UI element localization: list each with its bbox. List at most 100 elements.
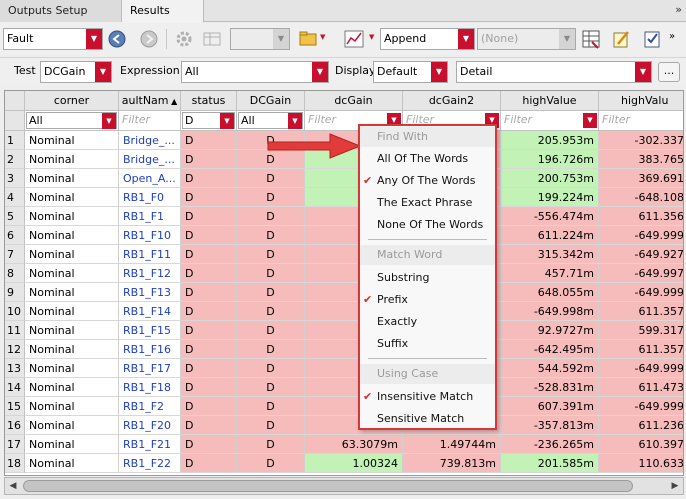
display-select[interactable]: Default ▼ bbox=[373, 61, 448, 83]
row-number[interactable]: 11 bbox=[5, 321, 25, 340]
cell-fault-name[interactable]: RB1_F10 bbox=[119, 226, 181, 245]
cell-fault-name[interactable]: RB1_F18 bbox=[119, 378, 181, 397]
menu-item-any-of-the-words[interactable]: ✔ Any Of The Words bbox=[360, 170, 495, 192]
edit-notes-icon[interactable] bbox=[610, 28, 632, 50]
row-number[interactable]: 8 bbox=[5, 264, 25, 283]
toolbar-overflow-icon[interactable]: » bbox=[669, 31, 675, 42]
menu-item-none-of-the-words[interactable]: None Of The Words bbox=[360, 214, 495, 236]
column-header-corner[interactable]: corner bbox=[25, 91, 119, 111]
row-number[interactable]: 9 bbox=[5, 283, 25, 302]
menu-item-suffix[interactable]: Suffix bbox=[360, 333, 495, 355]
menu-item-insensitive-match[interactable]: ✔ Insensitive Match bbox=[360, 386, 495, 408]
cell-fault-name[interactable]: RB1_F12 bbox=[119, 264, 181, 283]
filter-corner[interactable]: All ▼ bbox=[25, 111, 119, 131]
filter-status[interactable]: D ▼ bbox=[181, 111, 237, 131]
menu-item-the-exact-phrase[interactable]: The Exact Phrase bbox=[360, 192, 495, 214]
plot-dropdown-icon[interactable]: ▼ bbox=[369, 33, 374, 41]
history-select[interactable]: ▼ bbox=[230, 28, 290, 50]
cell-fault-name[interactable]: RB1_F0 bbox=[119, 188, 181, 207]
gear-icon[interactable] bbox=[173, 28, 195, 50]
column-header-dcgain[interactable]: dcGain bbox=[305, 91, 403, 111]
tab-bar: Outputs Setup Results » bbox=[0, 0, 686, 23]
row-number[interactable]: 6 bbox=[5, 226, 25, 245]
cell-fault-name[interactable]: Bridge_... bbox=[119, 131, 181, 150]
filter-fault-name[interactable]: Filter bbox=[119, 111, 181, 131]
cell-fault-name[interactable]: RB1_F11 bbox=[119, 245, 181, 264]
cell-fault-name[interactable]: RB1_F22 bbox=[119, 454, 181, 473]
scrollbar-thumb[interactable] bbox=[23, 480, 633, 492]
tab-results[interactable]: Results bbox=[122, 0, 204, 23]
checklist-icon[interactable] bbox=[641, 28, 663, 50]
row-number[interactable]: 18 bbox=[5, 454, 25, 473]
folder-dropdown-icon[interactable]: ▼ bbox=[320, 33, 325, 41]
row-number[interactable]: 12 bbox=[5, 340, 25, 359]
table-view-icon[interactable] bbox=[201, 28, 223, 50]
cell-fault-name[interactable]: RB1_F21 bbox=[119, 435, 181, 454]
filter-corner-select[interactable]: All ▼ bbox=[26, 112, 117, 129]
expression-select[interactable]: All ▼ bbox=[181, 61, 329, 83]
cell-status: D bbox=[181, 340, 237, 359]
detail-select[interactable]: Detail ▼ bbox=[456, 61, 652, 83]
back-icon[interactable] bbox=[108, 30, 126, 48]
chevron-down-icon: ▼ bbox=[273, 29, 289, 49]
cell-fault-name[interactable]: RB1_F20 bbox=[119, 416, 181, 435]
cell-fault-name[interactable]: Open_A... bbox=[119, 169, 181, 188]
cell-fault-name[interactable]: RB1_F2 bbox=[119, 397, 181, 416]
column-header-fault-name[interactable]: aultNam ▲ bbox=[119, 91, 181, 111]
horizontal-scrollbar[interactable]: ◀ ▶ bbox=[4, 477, 684, 495]
tab-overflow-icon[interactable]: » bbox=[675, 3, 682, 16]
cell-fault-name[interactable]: RB1_F1 bbox=[119, 207, 181, 226]
row-number[interactable]: 17 bbox=[5, 435, 25, 454]
filter-highvalue2[interactable]: Filter bbox=[599, 111, 683, 131]
table-export-icon[interactable] bbox=[580, 28, 602, 50]
row-number[interactable]: 10 bbox=[5, 302, 25, 321]
row-number[interactable]: 3 bbox=[5, 169, 25, 188]
filter-dcgain-status-select[interactable]: All ▼ bbox=[238, 112, 303, 129]
append-select[interactable]: Append ▼ bbox=[380, 28, 475, 50]
menu-header-using-case: Using Case bbox=[360, 364, 495, 384]
more-options-button[interactable]: ... bbox=[658, 62, 680, 82]
cell-fault-name[interactable]: RB1_F15 bbox=[119, 321, 181, 340]
none-select[interactable]: (None) ▼ bbox=[477, 28, 576, 50]
filter-highvalue[interactable]: Filter ▼ bbox=[501, 111, 599, 131]
column-header-dcgain2[interactable]: dcGain2 bbox=[403, 91, 501, 111]
cell-fault-name[interactable]: RB1_F13 bbox=[119, 283, 181, 302]
folder-icon[interactable] bbox=[297, 28, 319, 50]
menu-item-exactly[interactable]: Exactly bbox=[360, 311, 495, 333]
expression-label: Expression bbox=[120, 64, 180, 77]
row-number[interactable]: 15 bbox=[5, 397, 25, 416]
tab-outputs-setup[interactable]: Outputs Setup bbox=[0, 0, 122, 22]
plot-icon[interactable] bbox=[343, 28, 365, 50]
column-header-highvalue[interactable]: highValue bbox=[501, 91, 599, 111]
column-header-dcgain-status[interactable]: DCGain bbox=[237, 91, 305, 111]
cell-fault-name[interactable]: RB1_F14 bbox=[119, 302, 181, 321]
test-select[interactable]: DCGain ▼ bbox=[40, 61, 112, 83]
row-number[interactable]: 14 bbox=[5, 378, 25, 397]
row-number[interactable]: 16 bbox=[5, 416, 25, 435]
row-number[interactable]: 13 bbox=[5, 359, 25, 378]
scroll-right-icon[interactable]: ▶ bbox=[667, 478, 683, 494]
menu-item-all-of-the-words[interactable]: All Of The Words bbox=[360, 148, 495, 170]
menu-item-substring[interactable]: Substring bbox=[360, 267, 495, 289]
filter-options-icon[interactable]: ▼ bbox=[583, 113, 597, 128]
view-select[interactable]: Fault ▼ bbox=[3, 28, 103, 50]
chevron-down-icon: ▼ bbox=[312, 62, 328, 82]
row-number[interactable]: 7 bbox=[5, 245, 25, 264]
row-number[interactable]: 4 bbox=[5, 188, 25, 207]
filter-dcgain-status[interactable]: All ▼ bbox=[237, 111, 305, 131]
cell-fault-name[interactable]: RB1_F16 bbox=[119, 340, 181, 359]
display-label: Display bbox=[335, 64, 376, 77]
forward-icon[interactable] bbox=[140, 30, 158, 48]
menu-item-sensitive-match[interactable]: Sensitive Match bbox=[360, 408, 495, 430]
cell-fault-name[interactable]: Bridge_... bbox=[119, 150, 181, 169]
filter-status-select[interactable]: D ▼ bbox=[182, 112, 235, 129]
menu-item-prefix[interactable]: ✔ Prefix bbox=[360, 289, 495, 311]
column-header-status[interactable]: status bbox=[181, 91, 237, 111]
scroll-left-icon[interactable]: ◀ bbox=[5, 478, 21, 494]
column-header-highvalue2[interactable]: highValu bbox=[599, 91, 683, 111]
row-number[interactable]: 2 bbox=[5, 150, 25, 169]
cell-fault-name[interactable]: RB1_F17 bbox=[119, 359, 181, 378]
row-number[interactable]: 1 bbox=[5, 131, 25, 150]
menu-item-label: Substring bbox=[377, 271, 430, 284]
row-number[interactable]: 5 bbox=[5, 207, 25, 226]
